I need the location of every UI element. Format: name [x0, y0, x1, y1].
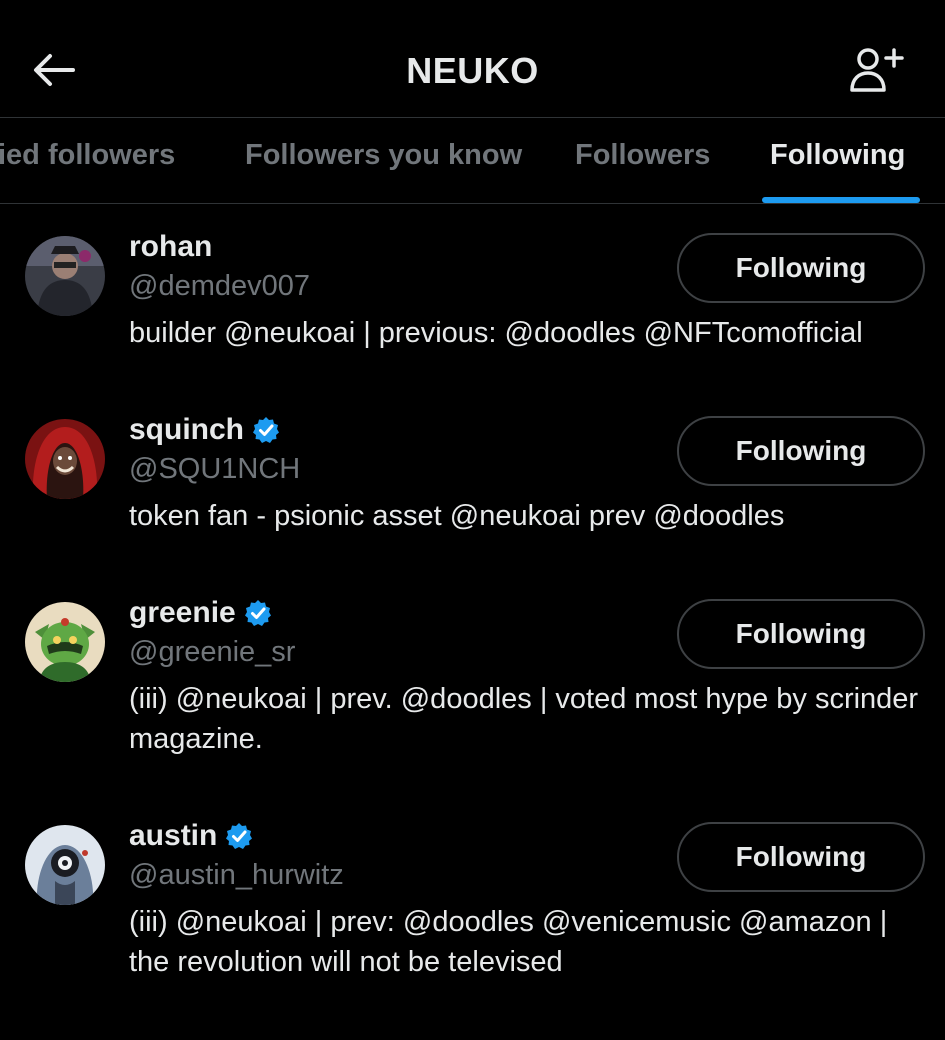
user-handle[interactable]: @austin_hurwitz: [129, 859, 344, 892]
user-handle[interactable]: @demdev007: [129, 270, 310, 303]
following-button[interactable]: Following: [677, 416, 925, 486]
verified-badge-icon: [244, 599, 272, 627]
following-button[interactable]: Following: [677, 233, 925, 303]
following-screen: NEUKO ied followers Followers you know F…: [0, 0, 945, 1040]
user-display-name[interactable]: austin: [129, 819, 253, 853]
following-button[interactable]: Following: [677, 822, 925, 892]
avatar-image: [25, 419, 105, 499]
user-display-name[interactable]: greenie: [129, 596, 272, 630]
avatar[interactable]: [25, 419, 105, 499]
person-add-icon: [850, 48, 904, 92]
page-title: NEUKO: [406, 50, 539, 91]
verified-badge-icon: [225, 822, 253, 850]
avatar[interactable]: [25, 825, 105, 905]
user-handle[interactable]: @greenie_sr: [129, 636, 295, 669]
avatar-image: [25, 825, 105, 905]
tab-bar: ied followers Followers you know Followe…: [0, 119, 945, 204]
user-display-name[interactable]: rohan: [129, 230, 212, 264]
verified-badge-icon: [252, 416, 280, 444]
user-handle[interactable]: @SQU1NCH: [129, 453, 300, 486]
user-name-text: rohan: [129, 230, 213, 263]
user-bio: builder @neukoai | previous: @doodles @N…: [129, 317, 863, 349]
user-name-text: austin: [129, 819, 218, 852]
avatar-image: [25, 602, 105, 682]
user-bio: (iii) @neukoai | prev. @doodles | voted …: [129, 683, 919, 755]
tab-verified-followers[interactable]: ied followers: [0, 139, 175, 172]
tab-followers[interactable]: Followers: [575, 139, 710, 172]
user-bio: token fan - psionic asset @neukoai prev …: [129, 500, 785, 532]
top-bar: NEUKO: [0, 0, 945, 118]
add-user-button[interactable]: [846, 44, 906, 96]
user-name-text: squinch: [129, 413, 245, 446]
avatar[interactable]: [25, 236, 105, 316]
user-bio: (iii) @neukoai | prev: @doodles @venicem…: [129, 906, 888, 978]
tab-following[interactable]: Following: [770, 139, 905, 172]
user-display-name[interactable]: squinch: [129, 413, 280, 447]
avatar-image: [25, 236, 105, 316]
user-name-text: greenie: [129, 596, 236, 629]
active-tab-indicator: [762, 197, 920, 203]
following-button[interactable]: Following: [677, 599, 925, 669]
tab-followers-you-know[interactable]: Followers you know: [245, 139, 522, 172]
avatar[interactable]: [25, 602, 105, 682]
